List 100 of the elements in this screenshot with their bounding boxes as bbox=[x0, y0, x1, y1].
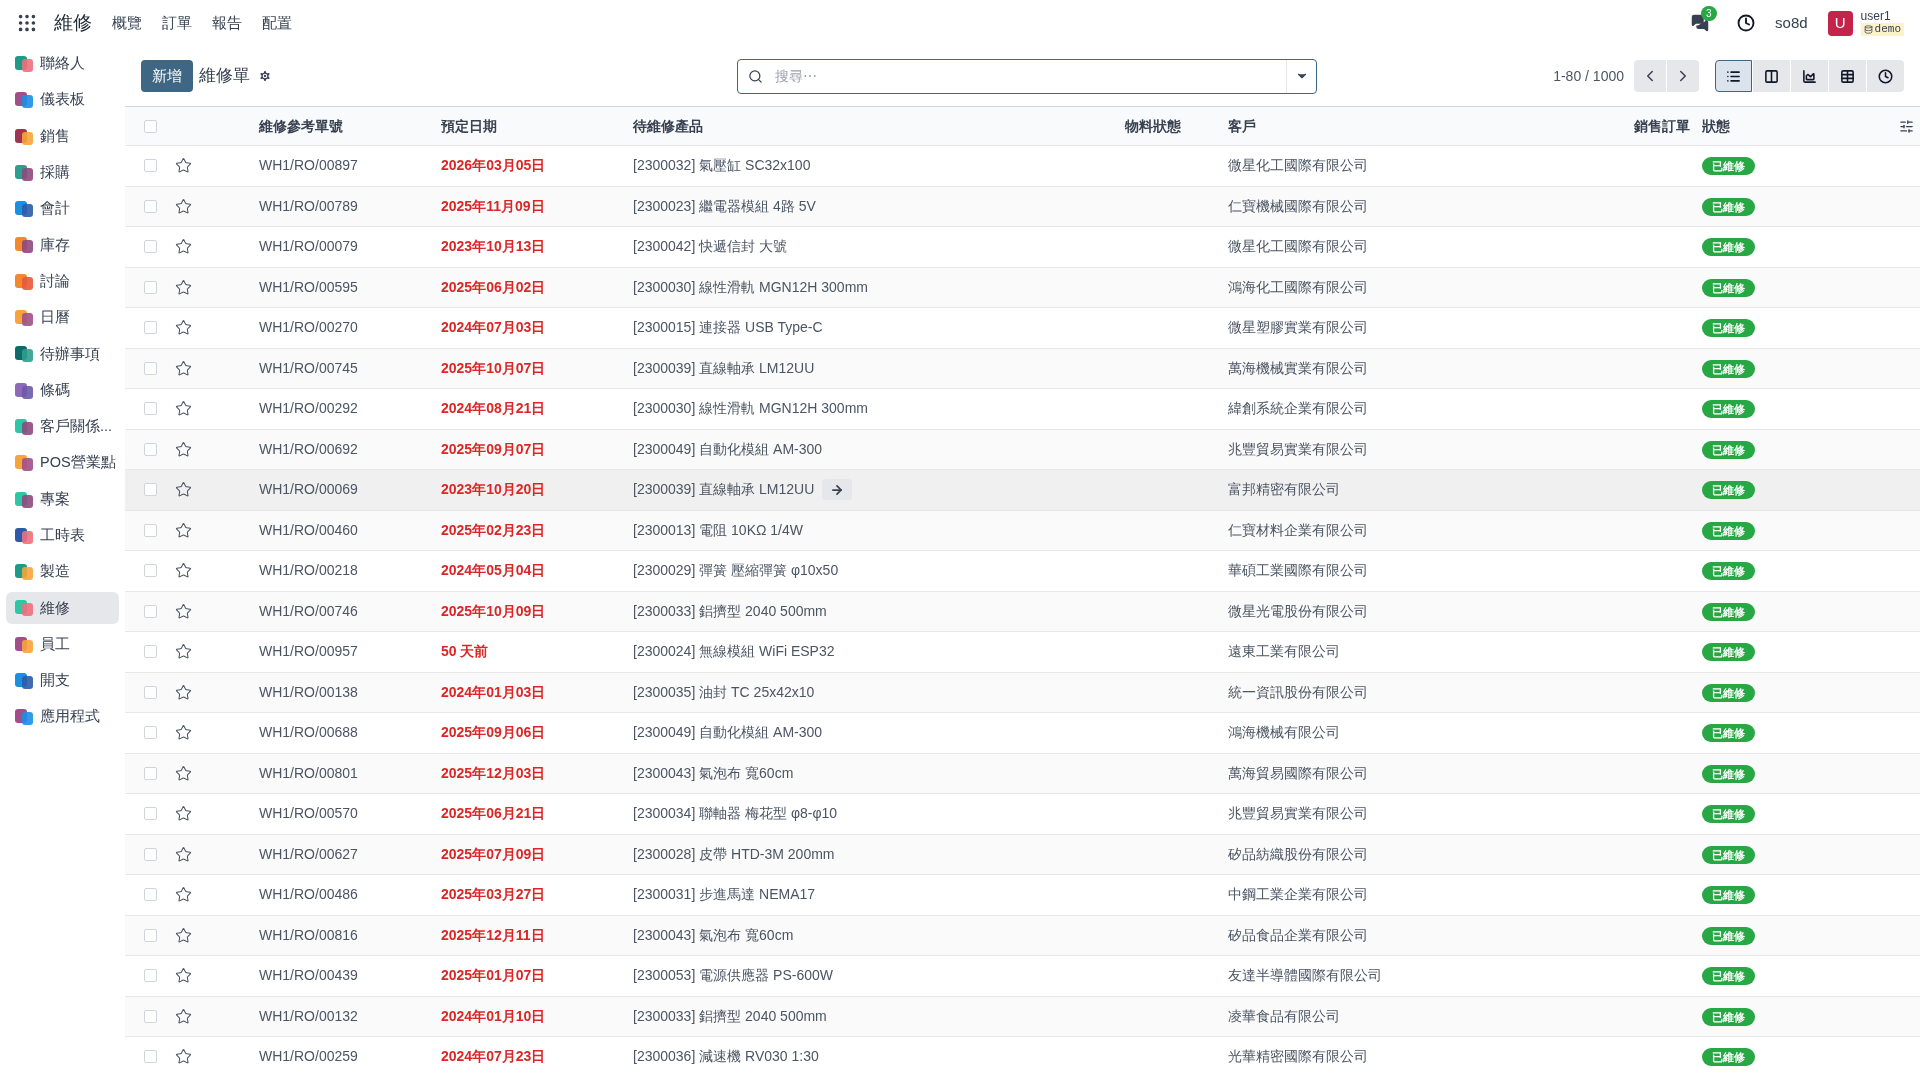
row-checkbox[interactable] bbox=[143, 402, 157, 416]
row-checkbox[interactable] bbox=[143, 199, 157, 213]
row-checkbox[interactable] bbox=[143, 928, 157, 942]
column-header[interactable]: 維修參考單號 bbox=[259, 115, 441, 137]
star-icon[interactable] bbox=[175, 359, 192, 377]
table-row[interactable]: WH1/RO/00595 2025年06月02日 [2300030] 線性滑軌 MGN12H 300mm 鴻海化工國際有限公司 已維修 bbox=[125, 266, 1920, 307]
sidebar-item[interactable]: 工時表 bbox=[6, 519, 119, 552]
pager-value[interactable]: 1-80 / 1000 bbox=[1553, 65, 1624, 87]
row-checkbox[interactable] bbox=[143, 888, 157, 902]
row-checkbox[interactable] bbox=[143, 766, 157, 780]
row-checkbox[interactable] bbox=[143, 645, 157, 659]
table-row[interactable]: WH1/RO/00745 2025年10月07日 [2300039] 直線軸承 LM12UU 萬海機械實業有限公司 已維修 bbox=[125, 347, 1920, 388]
table-row[interactable]: WH1/RO/00627 2025年07月09日 [2300028] 皮帶 HTD-3M 200mm 矽品紡織股份有限公司 已維修 bbox=[125, 833, 1920, 874]
graph-view-button[interactable] bbox=[1791, 60, 1828, 92]
settings-icon[interactable] bbox=[258, 69, 272, 83]
row-checkbox[interactable] bbox=[143, 604, 157, 618]
sidebar-item[interactable]: 條碼 bbox=[6, 374, 119, 407]
star-icon[interactable] bbox=[175, 805, 192, 823]
user-avatar[interactable]: U bbox=[1827, 10, 1853, 36]
star-icon[interactable] bbox=[175, 967, 192, 985]
star-icon[interactable] bbox=[175, 683, 192, 701]
row-checkbox[interactable] bbox=[143, 240, 157, 254]
column-header[interactable]: 銷售訂單 bbox=[1598, 115, 1702, 137]
star-icon[interactable] bbox=[175, 521, 192, 539]
sidebar-item[interactable]: 會計 bbox=[6, 193, 119, 226]
star-icon[interactable] bbox=[175, 481, 192, 499]
star-icon[interactable] bbox=[175, 724, 192, 742]
star-icon[interactable] bbox=[175, 400, 192, 418]
star-icon[interactable] bbox=[175, 440, 192, 458]
column-settings-icon[interactable] bbox=[1899, 118, 1914, 134]
sidebar-item[interactable]: 庫存 bbox=[6, 229, 119, 262]
activity-view-button[interactable] bbox=[1867, 60, 1904, 92]
sidebar-item[interactable]: POS營業點 bbox=[6, 447, 119, 480]
row-checkbox[interactable] bbox=[143, 847, 157, 861]
sidebar-item[interactable]: 待辦事項 bbox=[6, 338, 119, 371]
activity-clock-icon[interactable] bbox=[1737, 14, 1756, 32]
star-icon[interactable] bbox=[175, 562, 192, 580]
table-row[interactable]: WH1/RO/00132 2024年01月10日 [2300033] 鋁擠型 2040 500mm 凌華食品有限公司 已維修 bbox=[125, 995, 1920, 1036]
sidebar-item[interactable]: 聯絡人 bbox=[6, 48, 119, 80]
column-header[interactable]: 預定日期 bbox=[441, 115, 633, 137]
star-icon[interactable] bbox=[175, 602, 192, 620]
sidebar-item[interactable]: 維修 bbox=[6, 592, 119, 625]
menu-link[interactable]: 配置 bbox=[262, 11, 292, 35]
sidebar-item[interactable]: 日曆 bbox=[6, 302, 119, 335]
star-icon[interactable] bbox=[175, 278, 192, 296]
row-checkbox[interactable] bbox=[143, 523, 157, 537]
star-icon[interactable] bbox=[175, 926, 192, 944]
sidebar-item[interactable]: 儀表板 bbox=[6, 84, 119, 117]
table-row[interactable]: WH1/RO/00789 2025年11月09日 [2300023] 繼電器模組 4路 5V 仁寶機械國際有限公司 已維修 bbox=[125, 185, 1920, 226]
row-checkbox[interactable] bbox=[143, 321, 157, 335]
menu-link[interactable]: 概覽 bbox=[112, 11, 142, 35]
row-checkbox[interactable] bbox=[143, 1009, 157, 1023]
column-header[interactable]: 待維修產品 bbox=[633, 115, 1125, 137]
row-checkbox[interactable] bbox=[143, 1050, 157, 1064]
table-row[interactable]: WH1/RO/00692 2025年09月07日 [2300049] 自動化模組 AM-300 兆豐貿易實業有限公司 已維修 bbox=[125, 428, 1920, 469]
select-all-checkbox[interactable] bbox=[143, 119, 157, 133]
company-name[interactable]: so8d bbox=[1775, 11, 1808, 35]
row-checkbox[interactable] bbox=[143, 807, 157, 821]
table-row[interactable]: WH1/RO/00138 2024年01月03日 [2300035] 油封 TC 25x42x10 統一資訊股份有限公司 已維修 bbox=[125, 671, 1920, 712]
star-icon[interactable] bbox=[175, 886, 192, 904]
table-row[interactable]: WH1/RO/00069 2023年10月20日 [2300039] 直線軸承 LM12UU 富邦精密有限公司 已維修 bbox=[125, 469, 1920, 510]
table-row[interactable]: WH1/RO/00460 2025年02月23日 [2300013] 電阻 10KΩ 1/4W 仁寶材料企業有限公司 已維修 bbox=[125, 509, 1920, 550]
sidebar-item[interactable]: 製造 bbox=[6, 556, 119, 589]
column-header[interactable]: 狀態 bbox=[1702, 115, 1880, 137]
row-checkbox[interactable] bbox=[143, 726, 157, 740]
table-row[interactable]: WH1/RO/00801 2025年12月03日 [2300043] 氣泡布 寬60cm 萬海貿易國際有限公司 已維修 bbox=[125, 752, 1920, 793]
row-checkbox[interactable] bbox=[143, 280, 157, 294]
sidebar-item[interactable]: 討論 bbox=[6, 265, 119, 298]
star-icon[interactable] bbox=[175, 643, 192, 661]
star-icon[interactable] bbox=[175, 238, 192, 256]
menu-link[interactable]: 訂單 bbox=[162, 11, 192, 35]
star-icon[interactable] bbox=[175, 764, 192, 782]
sidebar-item[interactable]: 開支 bbox=[6, 665, 119, 698]
star-icon[interactable] bbox=[175, 1048, 192, 1066]
star-icon[interactable] bbox=[175, 1007, 192, 1025]
pivot-view-button[interactable] bbox=[1829, 60, 1866, 92]
sidebar-item[interactable]: 銷售 bbox=[6, 120, 119, 153]
menu-link[interactable]: 報告 bbox=[212, 11, 242, 35]
star-icon[interactable] bbox=[175, 197, 192, 215]
sidebar-item[interactable]: 應用程式 bbox=[6, 701, 119, 734]
row-checkbox[interactable] bbox=[143, 159, 157, 173]
column-header[interactable]: 客戶 bbox=[1228, 115, 1598, 137]
row-checkbox[interactable] bbox=[143, 685, 157, 699]
sidebar-item[interactable]: 員工 bbox=[6, 628, 119, 661]
search-field[interactable]: 搜尋⋯ bbox=[737, 58, 1317, 94]
star-icon[interactable] bbox=[175, 845, 192, 863]
app-menu-icon[interactable] bbox=[16, 12, 38, 34]
kanban-view-button[interactable] bbox=[1753, 60, 1790, 92]
table-row[interactable]: WH1/RO/00816 2025年12月11日 [2300043] 氣泡布 寬60cm 矽品食品企業有限公司 已維修 bbox=[125, 914, 1920, 955]
star-icon[interactable] bbox=[175, 319, 192, 337]
open-record-button[interactable] bbox=[822, 479, 853, 501]
sidebar-item[interactable]: 客戶關係... bbox=[6, 410, 119, 443]
search-input[interactable]: 搜尋⋯ bbox=[775, 65, 1286, 87]
row-checkbox[interactable] bbox=[143, 564, 157, 578]
new-button[interactable]: 新增 bbox=[141, 60, 193, 92]
row-checkbox[interactable] bbox=[143, 483, 157, 497]
column-header[interactable]: 物料狀態 bbox=[1125, 115, 1228, 137]
sidebar-item[interactable]: 專案 bbox=[6, 483, 119, 516]
row-checkbox[interactable] bbox=[143, 442, 157, 456]
table-row[interactable]: WH1/RO/00746 2025年10月09日 [2300033] 鋁擠型 2040 500mm 微星光電股份有限公司 已維修 bbox=[125, 590, 1920, 631]
